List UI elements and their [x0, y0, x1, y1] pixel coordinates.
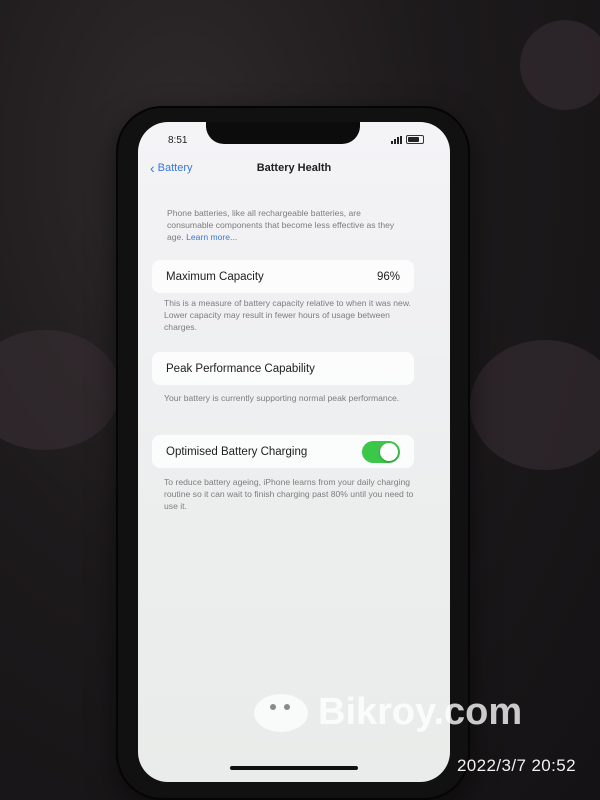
maximum-capacity-description: This is a measure of battery capacity re… — [164, 298, 411, 332]
optimised-charging-toggle[interactable] — [362, 440, 400, 463]
optimised-charging-row: Optimised Battery Charging — [152, 435, 414, 468]
learn-more-link[interactable]: Learn more... — [186, 232, 237, 242]
photo-timestamp: 2022/3/7 20:52 — [456, 756, 576, 775]
watermark: Bikroy.com — [250, 688, 522, 736]
intro-text: Phone batteries, like all rechargeable b… — [167, 208, 407, 243]
maximum-capacity-row: Maximum Capacity 96% — [152, 260, 414, 293]
maximum-capacity-label: Maximum Capacity — [166, 270, 264, 283]
navigation-bar: ‹ Battery Battery Health — [138, 161, 450, 184]
background-blob — [470, 340, 600, 470]
background-blob — [520, 20, 600, 110]
peak-performance-description: Your battery is currently supporting nor… — [164, 393, 400, 403]
status-indicators — [391, 135, 424, 144]
bikroy-logo-icon — [250, 688, 312, 736]
status-time: 8:51 — [168, 135, 188, 146]
optimised-charging-label: Optimised Battery Charging — [166, 445, 308, 458]
peak-performance-row: Peak Performance Capability — [152, 352, 414, 385]
optimised-charging-description: To reduce battery ageing, iPhone learns … — [164, 477, 414, 511]
phone-screen: 8:51 ‹ Battery Battery Health Phone batt… — [138, 122, 450, 782]
maximum-capacity-value: 96% — [376, 270, 400, 283]
peak-performance-label: Peak Performance Capability — [166, 362, 315, 375]
background-blob — [0, 330, 120, 450]
page-title: Battery Health — [256, 162, 332, 174]
signal-icon — [391, 135, 402, 144]
battery-icon — [406, 135, 424, 144]
watermark-text: Bikroy.com — [318, 690, 523, 733]
notch — [206, 122, 360, 144]
home-indicator[interactable] — [230, 766, 358, 770]
